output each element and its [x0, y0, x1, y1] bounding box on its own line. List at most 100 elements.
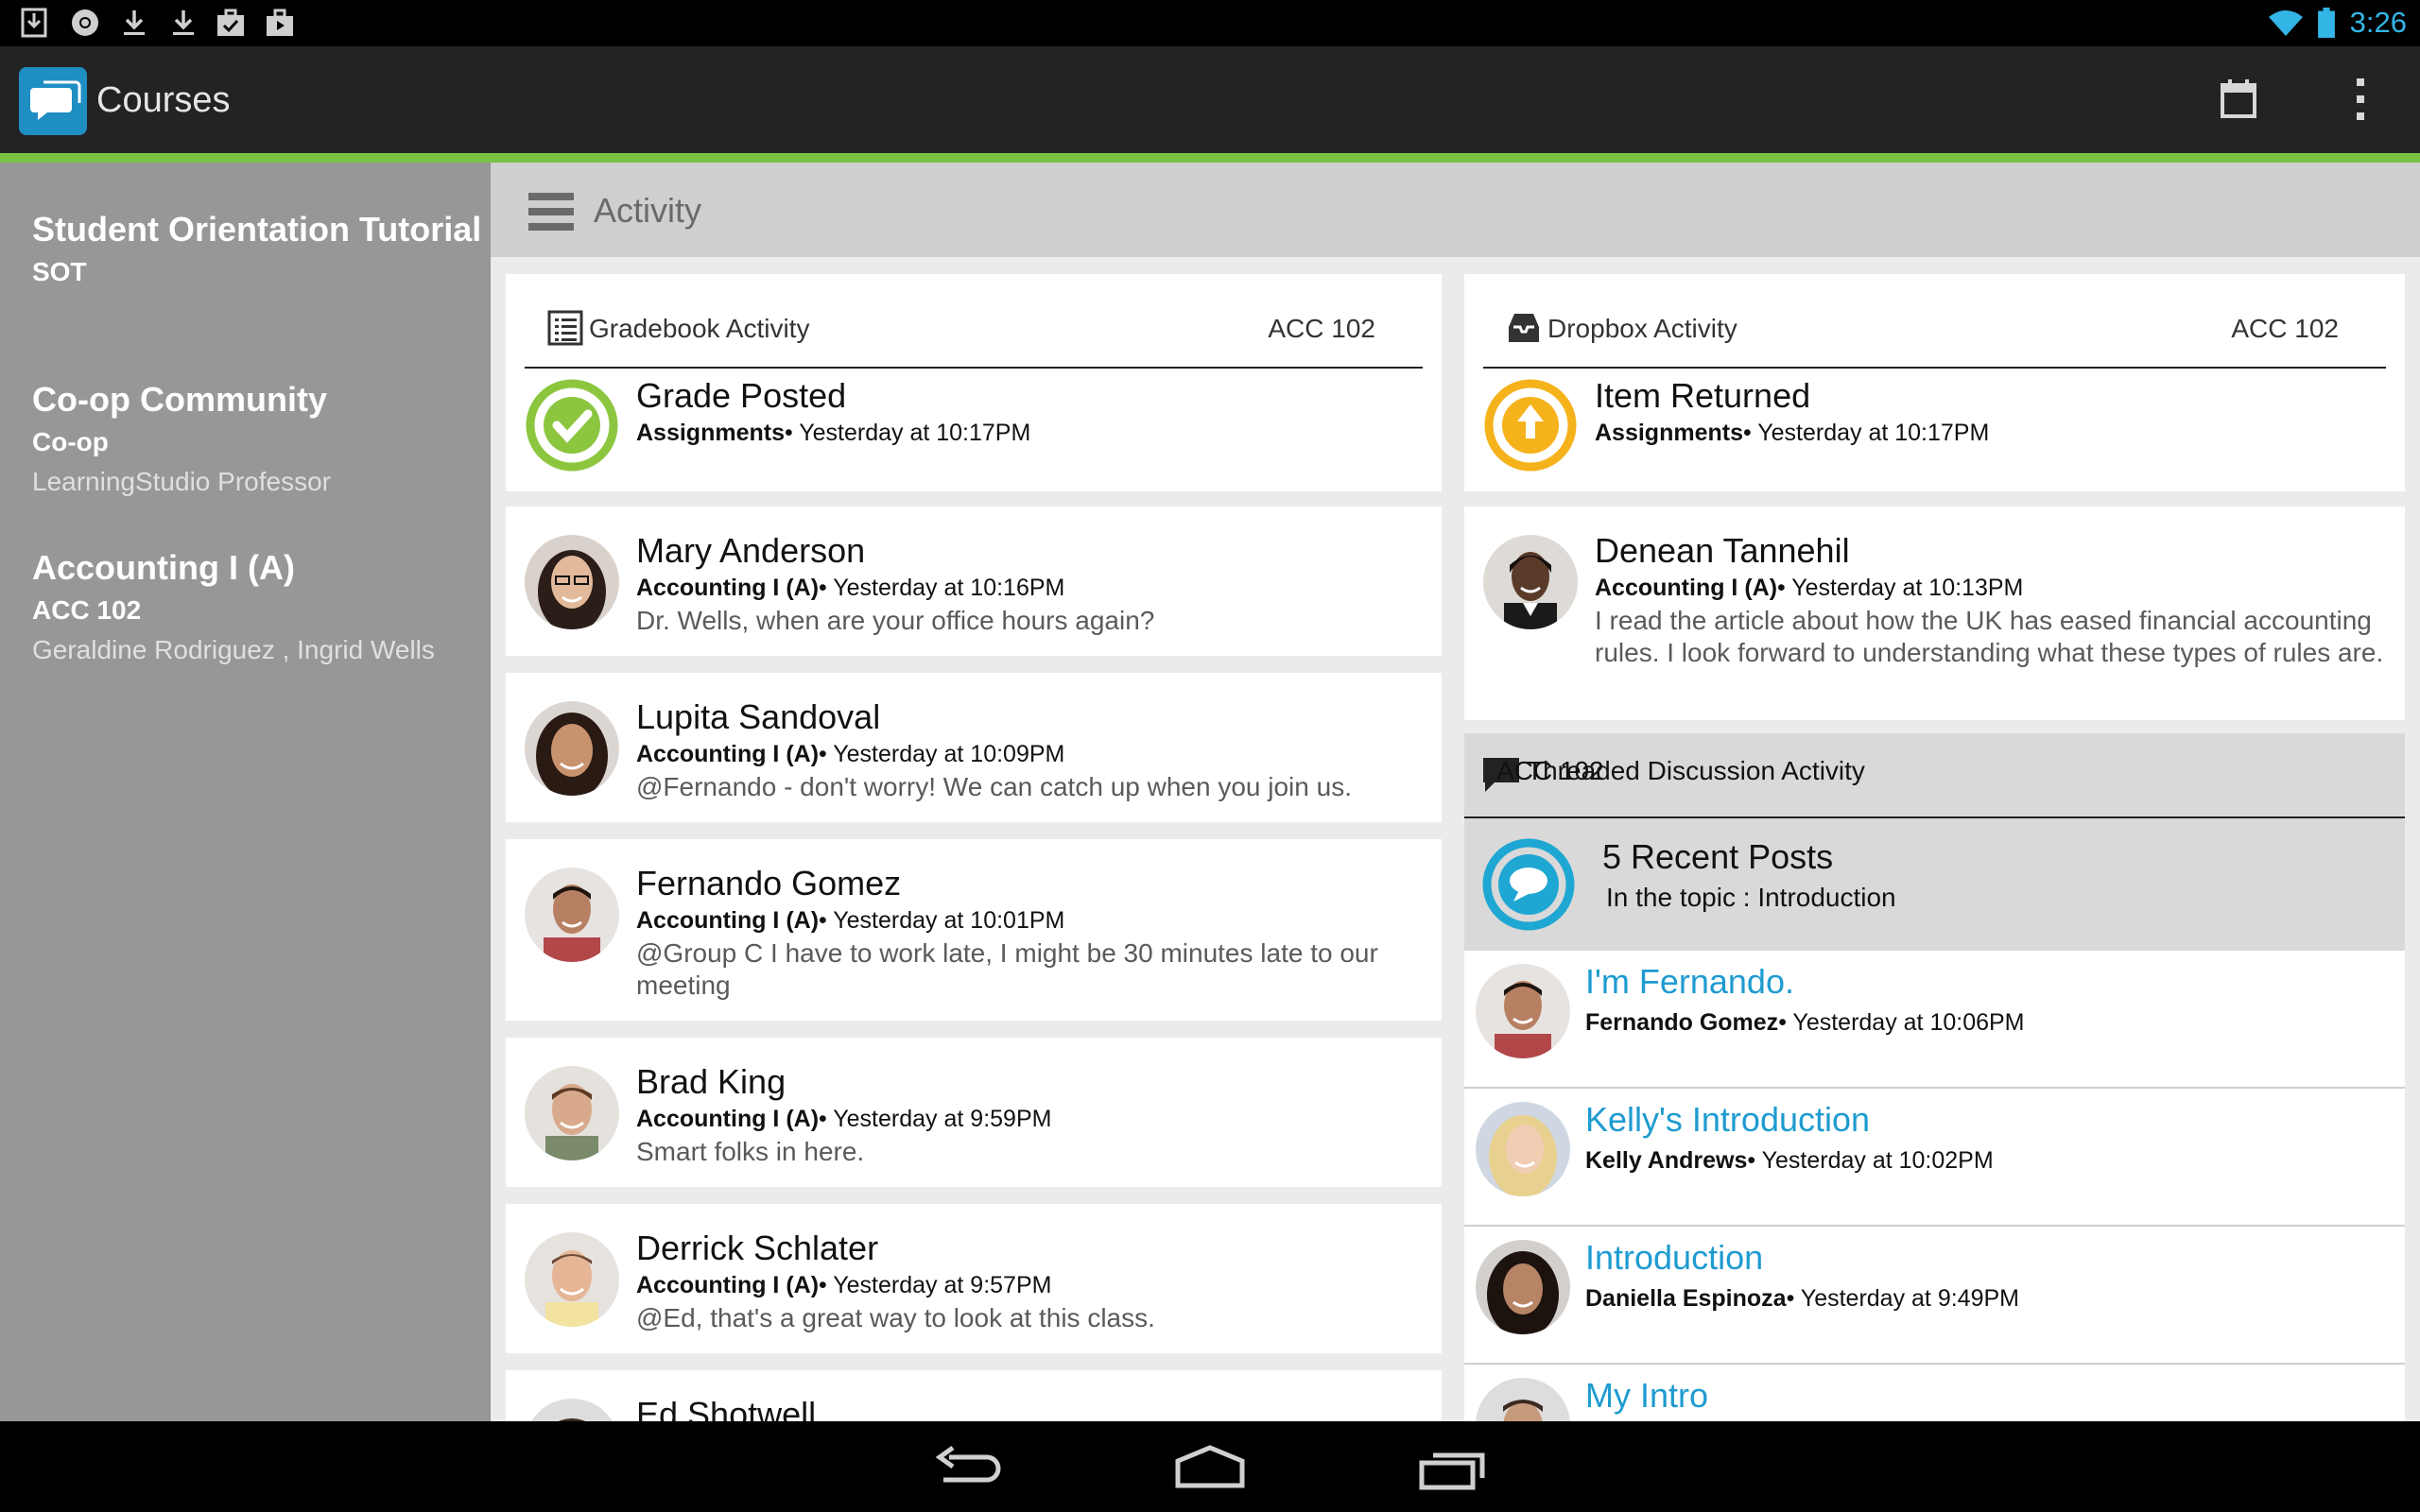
post-author: Fernando Gomez: [1585, 1009, 1779, 1036]
accent-divider: [0, 153, 2420, 163]
activity-title: Item Returned: [1595, 376, 1811, 415]
course-code: SOT: [32, 257, 87, 286]
card-course: ACC 102: [1268, 314, 1375, 343]
course-name: Accounting I (A): [32, 548, 295, 587]
post-time: • Yesterday at 9:49PM: [1786, 1285, 2019, 1312]
message-text: Dr. Wells, when are your office hours ag…: [636, 606, 1155, 635]
post-title-link[interactable]: Kelly's Introduction: [1585, 1100, 1870, 1140]
avatar: [525, 535, 619, 629]
back-icon[interactable]: [930, 1442, 1006, 1491]
action-bar: Courses: [0, 46, 2420, 153]
overflow-menu-icon[interactable]: [2344, 73, 2377, 126]
recent-apps-icon[interactable]: [1414, 1442, 1490, 1491]
status-bar: 3:26: [0, 0, 2420, 46]
briefcase-check-icon: [217, 9, 244, 36]
message-card[interactable]: Mary Anderson Accounting I (A)• Yesterda…: [506, 507, 1442, 656]
message-text: Smart folks in here.: [636, 1137, 865, 1166]
download-box-icon: [21, 8, 47, 38]
post-meta: Daniella Espinoza• Yesterday at 9:49PM: [1585, 1285, 2019, 1313]
page-title: Activity: [594, 191, 702, 230]
home-icon[interactable]: [1172, 1442, 1248, 1491]
message-time: • Yesterday at 9:57PM: [819, 1272, 1052, 1298]
course-item[interactable]: Co-op Community Co-op LearningStudio Pro…: [32, 380, 486, 497]
discussion-post[interactable]: I'm Fernando. Fernando Gomez• Yesterday …: [1464, 951, 2405, 1089]
activity-header: Activity: [491, 163, 2420, 257]
message-meta: Accounting I (A)• Yesterday at 10:01PM: [636, 907, 1064, 935]
message-time: • Yesterday at 10:09PM: [819, 741, 1065, 767]
discussion-post[interactable]: My Intro: [1464, 1365, 2405, 1421]
avatar: [1476, 1102, 1570, 1196]
shopping-bag-icon: [267, 9, 293, 36]
message-course: Accounting I (A): [636, 575, 820, 601]
message-time: • Yesterday at 10:16PM: [819, 575, 1065, 601]
message-card[interactable]: Brad King Accounting I (A)• Yesterday at…: [506, 1038, 1442, 1187]
course-item[interactable]: Accounting I (A) ACC 102 Geraldine Rodri…: [32, 548, 486, 665]
activity-meta: Assignments• Yesterday at 10:17PM: [636, 420, 1030, 447]
inbox-tray-icon: [1509, 314, 1539, 342]
activity-source: Assignments: [636, 420, 785, 446]
message-time: • Yesterday at 10:13PM: [1777, 575, 2024, 601]
activity-source: Assignments: [1595, 420, 1743, 446]
gradebook-activity-card[interactable]: Gradebook Activity ACC 102 Grade Posted …: [506, 274, 1442, 491]
post-author: Daniella Espinoza: [1585, 1285, 1787, 1312]
card-course: ACC 102: [1496, 756, 1604, 785]
chrome-icon: [72, 9, 98, 36]
threaded-discussion-header: Threaded Discussion Activity ACC 102: [1464, 733, 2405, 818]
recent-posts-summary[interactable]: 5 Recent Posts In the topic : Introducti…: [1464, 818, 2405, 951]
navigation-bar: [0, 1421, 2420, 1512]
message-meta: Accounting I (A)• Yesterday at 10:13PM: [1595, 575, 2023, 602]
author-name: Brad King: [636, 1062, 786, 1101]
avatar: [1476, 964, 1570, 1058]
message-card[interactable]: Fernando Gomez Accounting I (A)• Yesterd…: [506, 839, 1442, 1021]
message-time: • Yesterday at 9:59PM: [819, 1106, 1052, 1132]
author-name: Denean Tannehil: [1595, 531, 1850, 570]
message-card[interactable]: Denean Tannehil Accounting I (A)• Yester…: [1464, 507, 2405, 720]
post-meta: Kelly Andrews• Yesterday at 10:02PM: [1585, 1147, 1994, 1175]
message-meta: Accounting I (A)• Yesterday at 10:09PM: [636, 741, 1064, 768]
course-code: ACC 102: [32, 595, 142, 625]
course-item[interactable]: Student Orientation Tutorial SOT: [32, 210, 486, 287]
course-name: Co-op Community: [32, 380, 327, 419]
message-card[interactable]: Ed Shotwell: [506, 1370, 1442, 1421]
post-title-link[interactable]: My Intro: [1585, 1376, 1708, 1416]
author-name: Mary Anderson: [636, 531, 866, 570]
avatar: [525, 868, 619, 962]
post-title-link[interactable]: I'm Fernando.: [1585, 962, 1794, 1002]
calendar-icon[interactable]: [2220, 79, 2257, 119]
avatar: [1476, 1378, 1570, 1421]
message-meta: Accounting I (A)• Yesterday at 9:59PM: [636, 1106, 1051, 1133]
upload-arrow-icon: [1484, 379, 1577, 472]
discussion-post[interactable]: Kelly's Introduction Kelly Andrews• Yest…: [1464, 1089, 2405, 1227]
activity-panel: Activity Gradebook Activity ACC 102 Grad…: [491, 163, 2420, 1421]
message-course: Accounting I (A): [636, 741, 820, 767]
discussion-post[interactable]: Introduction Daniella Espinoza• Yesterda…: [1464, 1227, 2405, 1365]
course-professors: Geraldine Rodriguez , Ingrid Wells: [32, 635, 435, 664]
message-card[interactable]: Derrick Schlater Accounting I (A)• Yeste…: [506, 1204, 1442, 1353]
topic-label: In the topic : Introduction: [1606, 883, 1896, 912]
card-header: Dropbox Activity ACC 102: [1464, 274, 2405, 369]
course-sidebar: Student Orientation Tutorial SOT Co-op C…: [0, 163, 491, 1421]
course-name: Student Orientation Tutorial: [32, 210, 482, 249]
message-time: • Yesterday at 10:01PM: [819, 907, 1065, 934]
dropbox-activity-card[interactable]: Dropbox Activity ACC 102 Item Returned A…: [1464, 274, 2405, 491]
message-card[interactable]: Lupita Sandoval Accounting I (A)• Yester…: [506, 673, 1442, 822]
course-professors: LearningStudio Professor: [32, 467, 331, 496]
activity-time: • Yesterday at 10:17PM: [784, 420, 1031, 446]
activity-title: Grade Posted: [636, 376, 847, 415]
recent-posts-count: 5 Recent Posts: [1602, 837, 1834, 876]
author-name: Derrick Schlater: [636, 1228, 879, 1267]
screen: 3:26 Courses Student Orientation Tutoria…: [0, 0, 2420, 1512]
wifi-icon: [2269, 10, 2303, 36]
message-text: @Group C I have to work late, I might be…: [636, 938, 1378, 1000]
post-title-link[interactable]: Introduction: [1585, 1238, 1763, 1278]
clock: 3:26: [2349, 6, 2407, 39]
card-header: Gradebook Activity ACC 102: [506, 274, 1442, 369]
battery-icon: [2318, 8, 2335, 38]
hamburger-menu-icon[interactable]: [528, 193, 574, 231]
card-title: Gradebook Activity: [589, 314, 810, 343]
author-name: Ed Shotwell: [636, 1395, 817, 1421]
course-code: Co-op: [32, 427, 109, 456]
card-title: Dropbox Activity: [1547, 314, 1737, 343]
chat-bubbles-icon[interactable]: [19, 67, 87, 135]
post-time: • Yesterday at 10:06PM: [1778, 1009, 2025, 1036]
